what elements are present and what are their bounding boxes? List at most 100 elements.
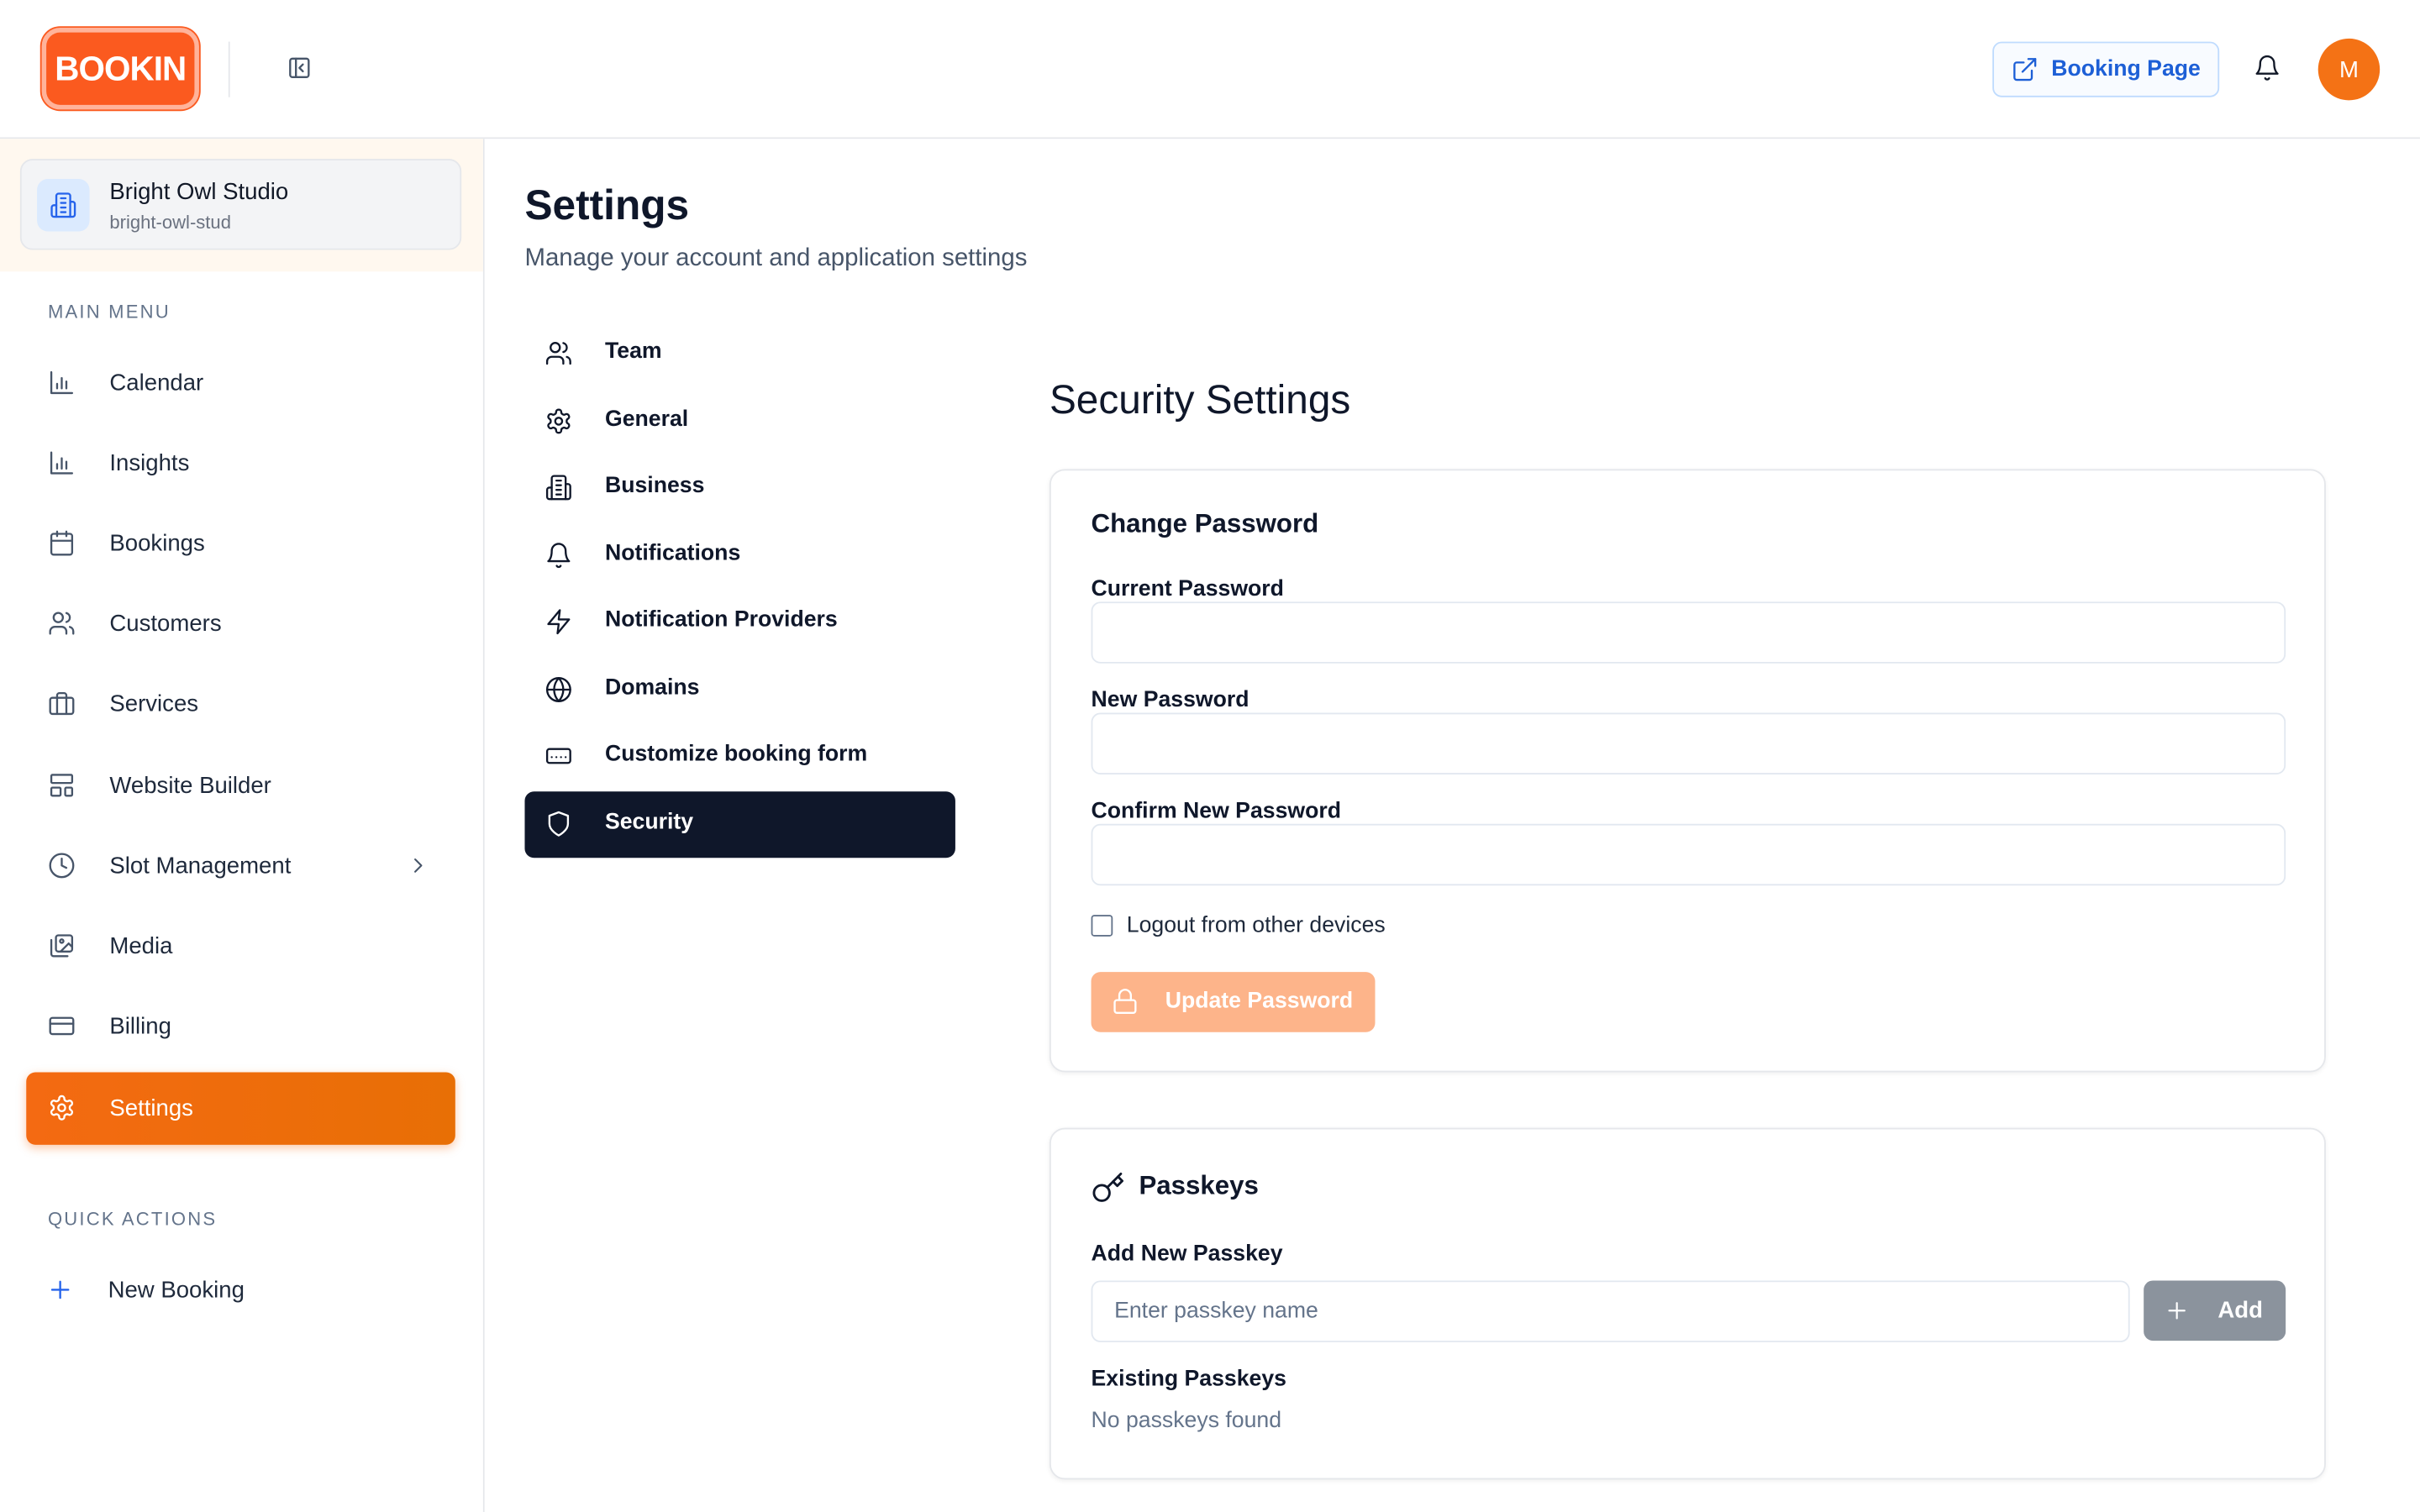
settings-tab-domains[interactable]: Domains	[524, 657, 955, 723]
external-link-icon	[2013, 58, 2037, 81]
main-content: Settings Manage your account and applica…	[484, 139, 2420, 1512]
sidebar-item-billing[interactable]: Billing	[26, 990, 455, 1063]
settings-tab-general[interactable]: General	[524, 389, 955, 455]
plus-icon	[2168, 1302, 2186, 1320]
settings-tab-notification-providers[interactable]: Notification Providers	[524, 590, 955, 656]
sidebar-item-services[interactable]: Services	[26, 668, 455, 740]
images-icon	[50, 934, 74, 958]
update-password-button[interactable]: Update Password	[1091, 972, 1376, 1032]
zap-icon	[547, 609, 571, 635]
confirm-password-label: Confirm New Password	[1091, 799, 1342, 824]
settings-tab-label: Team	[604, 339, 662, 365]
sidebar-item-label: Billing	[109, 1013, 171, 1040]
booking-page-button[interactable]: Booking Page	[1992, 41, 2220, 97]
org-switcher-area: Bright Owl Studio bright-owl-stud	[0, 139, 483, 272]
sidebar-item-media[interactable]: Media	[26, 911, 455, 983]
sidebar-item-label: Customers	[109, 611, 222, 638]
passkey-name-input[interactable]	[1091, 1280, 2130, 1342]
page-title: Settings	[524, 181, 690, 228]
passkeys-title: Passkeys	[1139, 1171, 1259, 1200]
top-header: BOOKIN Booking Page M	[0, 0, 2420, 139]
logout-other-devices-checkbox[interactable]	[1091, 915, 1113, 937]
settings-tab-notifications[interactable]: Notifications	[524, 523, 955, 590]
shield-icon	[548, 811, 570, 837]
sidebar-item-label: Services	[109, 690, 199, 718]
bell-icon[interactable]	[2254, 54, 2285, 85]
new-booking-button[interactable]: New Booking	[26, 1254, 455, 1326]
new-password-label: New Password	[1091, 688, 1249, 713]
bell-icon	[547, 543, 571, 569]
sidebar-item-bookings[interactable]: Bookings	[26, 507, 455, 580]
change-password-title: Change Password	[1091, 509, 1319, 539]
sidebar-item-label: Bookings	[109, 530, 205, 558]
sidebar-item-label: Slot Management	[109, 853, 292, 879]
settings-tab-label: General	[604, 407, 689, 433]
building-icon	[545, 475, 571, 501]
settings-tab-label: Customize booking form	[604, 742, 868, 767]
credit-card-icon	[49, 1016, 75, 1036]
update-password-label: Update Password	[1165, 989, 1354, 1014]
org-switcher[interactable]: Bright Owl Studio bright-owl-stud	[19, 159, 462, 250]
sidebar-item-website-builder[interactable]: Website Builder	[26, 750, 455, 822]
existing-passkeys-label: Existing Passkeys	[1091, 1367, 1287, 1392]
sidebar-item-label: Calendar	[109, 370, 204, 397]
clock-icon	[49, 853, 75, 879]
layout-icon	[50, 774, 74, 797]
org-name: Bright Owl Studio	[109, 179, 289, 206]
main-menu-label: MAIN MENU	[47, 301, 171, 323]
sidebar: Bright Owl Studio bright-owl-stud MAIN M…	[0, 139, 485, 1512]
add-passkey-button[interactable]: Add	[2144, 1280, 2286, 1341]
users-icon	[545, 342, 571, 365]
chevron-right-icon[interactable]	[406, 853, 430, 878]
settings-tab-label: Business	[604, 473, 705, 499]
bar-chart-icon	[50, 370, 74, 395]
sidebar-item-label: Insights	[109, 450, 190, 477]
confirm-password-input[interactable]	[1091, 823, 2286, 886]
current-password-label: Current Password	[1091, 576, 1284, 602]
sidebar-item-label: Media	[109, 933, 173, 960]
users-icon	[49, 612, 75, 635]
passkeys-card: Passkeys Add New Passkey Add Existing Pa…	[1049, 1127, 2326, 1480]
settings-tab-business[interactable]: Business	[524, 455, 955, 522]
no-passkeys-text: No passkeys found	[1091, 1408, 1282, 1434]
org-slug: bright-owl-stud	[109, 211, 231, 234]
sidebar-item-calendar[interactable]: Calendar	[26, 347, 455, 419]
briefcase-icon	[49, 691, 75, 716]
calendar-icon	[50, 530, 74, 556]
gear-icon	[50, 1095, 74, 1121]
current-password-input[interactable]	[1091, 601, 2286, 664]
avatar-initial: M	[2338, 56, 2359, 83]
settings-tab-label: Domains	[604, 675, 700, 701]
settings-tab-label: Notifications	[604, 541, 741, 567]
sidebar-item-slot-management[interactable]: Slot Management	[26, 830, 455, 902]
sidebar-toggle-icon[interactable]	[286, 54, 317, 85]
user-avatar[interactable]: M	[2317, 38, 2381, 101]
new-booking-label: New Booking	[108, 1277, 245, 1305]
add-passkey-label-text: Add	[2217, 1297, 2263, 1324]
plus-icon	[50, 1280, 70, 1299]
key-icon	[1092, 1171, 1125, 1205]
booking-page-label: Booking Page	[2051, 56, 2201, 82]
new-password-input[interactable]	[1091, 712, 2286, 775]
logout-other-devices-label: Logout from other devices	[1126, 913, 1386, 938]
app-root: BOOKIN Booking Page M Bright Owl Studio …	[0, 0, 2420, 1512]
sidebar-item-settings[interactable]: Settings	[26, 1072, 455, 1145]
app-logo[interactable]: BOOKIN	[41, 28, 199, 110]
header-divider	[228, 41, 230, 97]
lock-icon	[1113, 989, 1137, 1014]
gear-icon	[547, 408, 571, 434]
sidebar-item-insights[interactable]: Insights	[26, 428, 455, 500]
logo-text: BOOKIN	[55, 48, 187, 87]
building-icon	[37, 179, 90, 232]
change-password-card: Change Password Current Password New Pas…	[1049, 469, 2326, 1073]
add-passkey-label: Add New Passkey	[1091, 1242, 1283, 1267]
globe-icon	[545, 677, 571, 702]
settings-tab-security[interactable]: Security	[524, 791, 955, 858]
settings-tab-customize-booking-form[interactable]: Customize booking form	[524, 723, 955, 790]
quick-actions-label: QUICK ACTIONS	[47, 1208, 218, 1230]
settings-tab-label: Notification Providers	[604, 607, 838, 633]
sidebar-item-label: Website Builder	[109, 773, 271, 800]
settings-tab-team[interactable]: Team	[524, 321, 955, 387]
sidebar-item-customers[interactable]: Customers	[26, 588, 455, 660]
page-subtitle: Manage your account and application sett…	[524, 245, 1028, 272]
